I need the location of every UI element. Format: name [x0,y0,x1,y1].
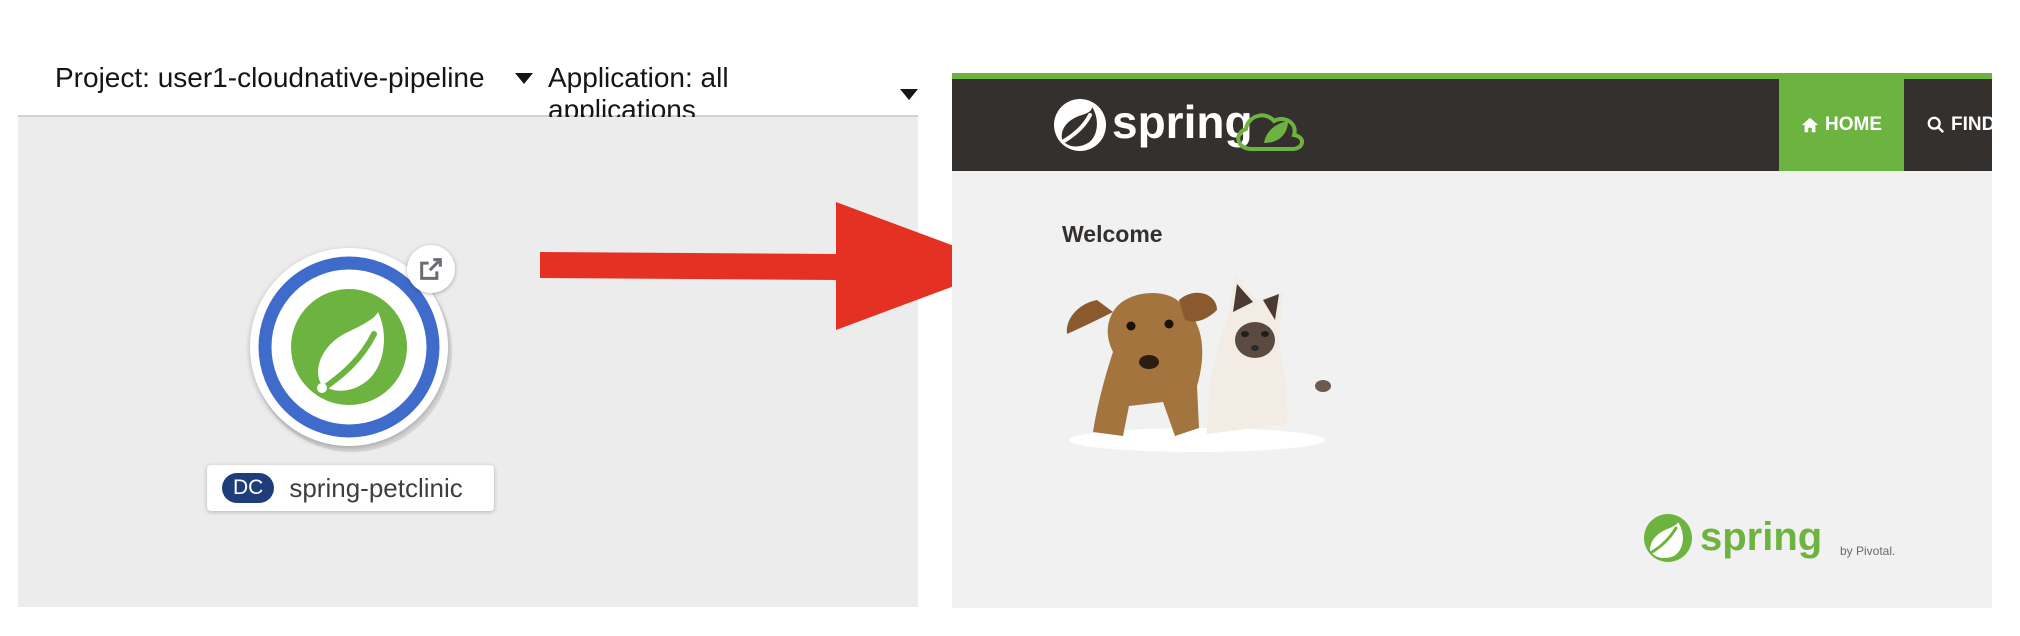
nav-home-label: HOME [1825,114,1882,135]
brand-wordmark: spring [1112,96,1253,148]
spring-logo[interactable]: spring [1052,93,1332,157]
caret-down-icon [900,88,918,100]
petclinic-page: spring HOME FIND Welcome spring by Pivot… [952,73,1992,608]
search-icon [1927,116,1945,134]
footer-wordmark: spring [1700,515,1822,559]
deployment-config-badge: DC [222,473,275,503]
project-selector-label: Project: user1-cloudnative-pipeline [55,62,485,93]
pets-image [1066,276,1331,452]
node-label[interactable]: DC spring-petclinic [207,465,494,511]
spring-footer-logo: spring [1644,514,1822,562]
nav-find[interactable]: FIND [1927,79,1992,171]
node-name: spring-petclinic [289,472,463,503]
topology-canvas [18,117,918,607]
topology-toolbar: Project: user1-cloudnative-pipeline Appl… [18,40,918,125]
project-selector[interactable]: Project: user1-cloudnative-pipeline [55,62,533,94]
external-link-icon [420,258,442,280]
open-url-decorator[interactable] [407,245,455,293]
home-icon [1801,117,1819,133]
nav-home[interactable]: HOME [1779,79,1904,171]
caret-down-icon [514,72,533,84]
footer-spring-logo: spring by Pivotal. [1642,510,1895,566]
welcome-heading: Welcome [1062,221,1163,247]
petclinic-navbar: spring HOME FIND [952,79,1992,171]
pivotal-byline: by Pivotal. [1840,544,1896,558]
red-arrow-icon [540,202,1008,330]
nav-find-label: FIND [1951,114,1992,135]
